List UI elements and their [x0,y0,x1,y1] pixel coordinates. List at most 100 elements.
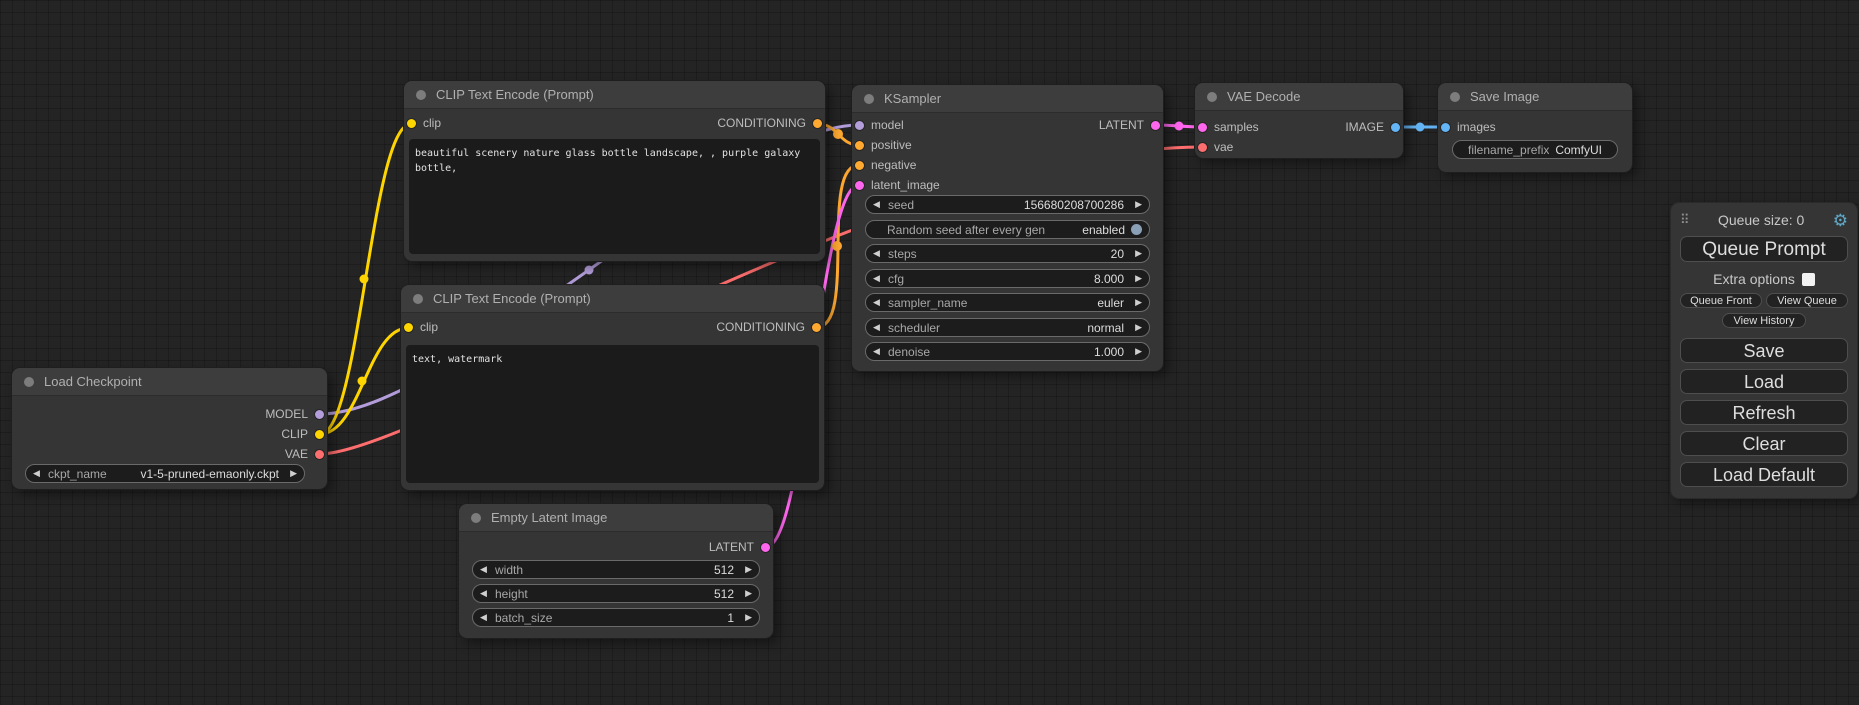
input-port-clip[interactable] [404,323,413,332]
load-button[interactable]: Load [1680,369,1848,394]
collapse-dot-icon[interactable] [471,513,481,523]
collapse-dot-icon[interactable] [1207,92,1217,102]
output-port-conditioning[interactable] [812,323,821,332]
output-port-latent[interactable] [761,543,770,552]
increment-arrow-icon[interactable]: ▶ [739,588,752,599]
queue-size-label: Queue size: 0 [1690,212,1833,228]
refresh-button[interactable]: Refresh [1680,400,1848,425]
node-title-bar[interactable]: VAE Decode [1195,83,1403,111]
input-port-latent-image[interactable] [855,181,864,190]
port-row: positive [852,135,1163,155]
increment-arrow-icon[interactable]: ▶ [284,468,297,479]
output-port-image[interactable] [1391,123,1400,132]
collapse-dot-icon[interactable] [413,294,423,304]
output-port-clip[interactable] [315,430,324,439]
decrement-arrow-icon[interactable]: ◀ [480,564,493,575]
decrement-arrow-icon[interactable]: ◀ [873,273,886,284]
input-port-images[interactable] [1441,123,1450,132]
batch-size-widget[interactable]: ◀ batch_size 1 ▶ [472,608,760,627]
random-seed-widget[interactable]: Random seed after every gen enabled [865,220,1150,239]
increment-arrow-icon[interactable]: ▶ [1129,273,1142,284]
collapse-dot-icon[interactable] [864,94,874,104]
widget-label: sampler_name [888,296,967,310]
sampler-name-widget[interactable]: ◀ sampler_name euler ▶ [865,293,1150,312]
output-port-model[interactable] [315,410,324,419]
decrement-arrow-icon[interactable]: ◀ [873,297,886,308]
decrement-arrow-icon[interactable]: ◀ [873,199,886,210]
extra-options-checkbox[interactable] [1802,273,1815,286]
node-clip-text-encode-negative[interactable]: CLIP Text Encode (Prompt) clip CONDITION… [401,285,824,490]
gear-icon[interactable]: ⚙ [1833,212,1848,229]
node-empty-latent-image[interactable]: Empty Latent Image LATENT ◀ width 512 ▶ … [459,504,773,638]
node-ksampler[interactable]: KSampler model LATENT positive negative … [852,85,1163,371]
widget-value: 512 [714,563,734,577]
port-label: LATENT [709,540,754,554]
node-title-bar[interactable]: KSampler [852,85,1163,113]
width-widget[interactable]: ◀ width 512 ▶ [472,560,760,579]
height-widget[interactable]: ◀ height 512 ▶ [472,584,760,603]
cfg-widget[interactable]: ◀ cfg 8.000 ▶ [865,269,1150,288]
output-port-conditioning[interactable] [813,119,822,128]
view-queue-button[interactable]: View Queue [1766,293,1848,308]
node-title-bar[interactable]: Empty Latent Image [459,504,773,532]
prompt-textarea[interactable]: beautiful scenery nature glass bottle la… [409,139,820,254]
widget-label: width [495,563,523,577]
clear-button[interactable]: Clear [1680,431,1848,456]
output-port-vae[interactable] [315,450,324,459]
port-label: MODEL [265,407,308,421]
view-history-button[interactable]: View History [1722,313,1806,328]
node-title-bar[interactable]: Save Image [1438,83,1632,111]
collapse-dot-icon[interactable] [24,377,34,387]
output-port-latent[interactable] [1151,121,1160,130]
collapse-dot-icon[interactable] [416,90,426,100]
node-vae-decode[interactable]: VAE Decode samples IMAGE vae [1195,83,1403,158]
toggle-icon[interactable] [1131,224,1142,235]
seed-widget[interactable]: ◀ seed 156680208700286 ▶ [865,195,1150,214]
port-label: CLIP [281,427,308,441]
node-load-checkpoint[interactable]: Load Checkpoint MODEL CLIP VAE ◀ ckpt_na… [12,368,327,489]
decrement-arrow-icon[interactable]: ◀ [33,468,46,479]
queue-front-button[interactable]: Queue Front [1680,293,1762,308]
increment-arrow-icon[interactable]: ▶ [1129,199,1142,210]
node-title-bar[interactable]: CLIP Text Encode (Prompt) [401,285,824,313]
input-port-samples[interactable] [1198,123,1207,132]
node-clip-text-encode-positive[interactable]: CLIP Text Encode (Prompt) clip CONDITION… [404,81,825,261]
node-title-bar[interactable]: CLIP Text Encode (Prompt) [404,81,825,109]
drag-handle-icon[interactable]: ⠿ [1680,212,1690,228]
extra-options-label: Extra options [1713,271,1795,287]
denoise-widget[interactable]: ◀ denoise 1.000 ▶ [865,342,1150,361]
load-default-button[interactable]: Load Default [1680,462,1848,487]
decrement-arrow-icon[interactable]: ◀ [873,346,886,357]
decrement-arrow-icon[interactable]: ◀ [873,322,886,333]
prompt-textarea[interactable]: text, watermark [406,345,819,483]
decrement-arrow-icon[interactable]: ◀ [480,588,493,599]
scheduler-widget[interactable]: ◀ scheduler normal ▶ [865,318,1150,337]
input-port-positive[interactable] [855,141,864,150]
decrement-arrow-icon[interactable]: ◀ [480,612,493,623]
filename-prefix-widget[interactable]: filename_prefix ComfyUI [1452,140,1618,159]
node-graph-canvas[interactable]: Load Checkpoint MODEL CLIP VAE ◀ ckpt_na… [0,0,1859,705]
increment-arrow-icon[interactable]: ▶ [1129,346,1142,357]
port-label: CONDITIONING [717,116,806,130]
input-port-negative[interactable] [855,161,864,170]
increment-arrow-icon[interactable]: ▶ [1129,297,1142,308]
port-label: images [1457,120,1496,134]
ckpt-name-widget[interactable]: ◀ ckpt_name v1-5-pruned-emaonly.ckpt ▶ [25,464,305,483]
node-title-bar[interactable]: Load Checkpoint [12,368,327,396]
increment-arrow-icon[interactable]: ▶ [739,612,752,623]
decrement-arrow-icon[interactable]: ◀ [873,248,886,259]
steps-widget[interactable]: ◀ steps 20 ▶ [865,244,1150,263]
node-save-image[interactable]: Save Image images filename_prefix ComfyU… [1438,83,1632,172]
input-port-model[interactable] [855,121,864,130]
input-port-clip[interactable] [407,119,416,128]
increment-arrow-icon[interactable]: ▶ [1129,322,1142,333]
increment-arrow-icon[interactable]: ▶ [1129,248,1142,259]
save-button[interactable]: Save [1680,338,1848,363]
queue-prompt-button[interactable]: Queue Prompt [1680,236,1848,262]
increment-arrow-icon[interactable]: ▶ [739,564,752,575]
collapse-dot-icon[interactable] [1450,92,1460,102]
port-row: samples IMAGE [1195,117,1403,137]
input-port-vae[interactable] [1198,143,1207,152]
widget-label: scheduler [888,321,940,335]
port-row: images [1438,117,1632,137]
